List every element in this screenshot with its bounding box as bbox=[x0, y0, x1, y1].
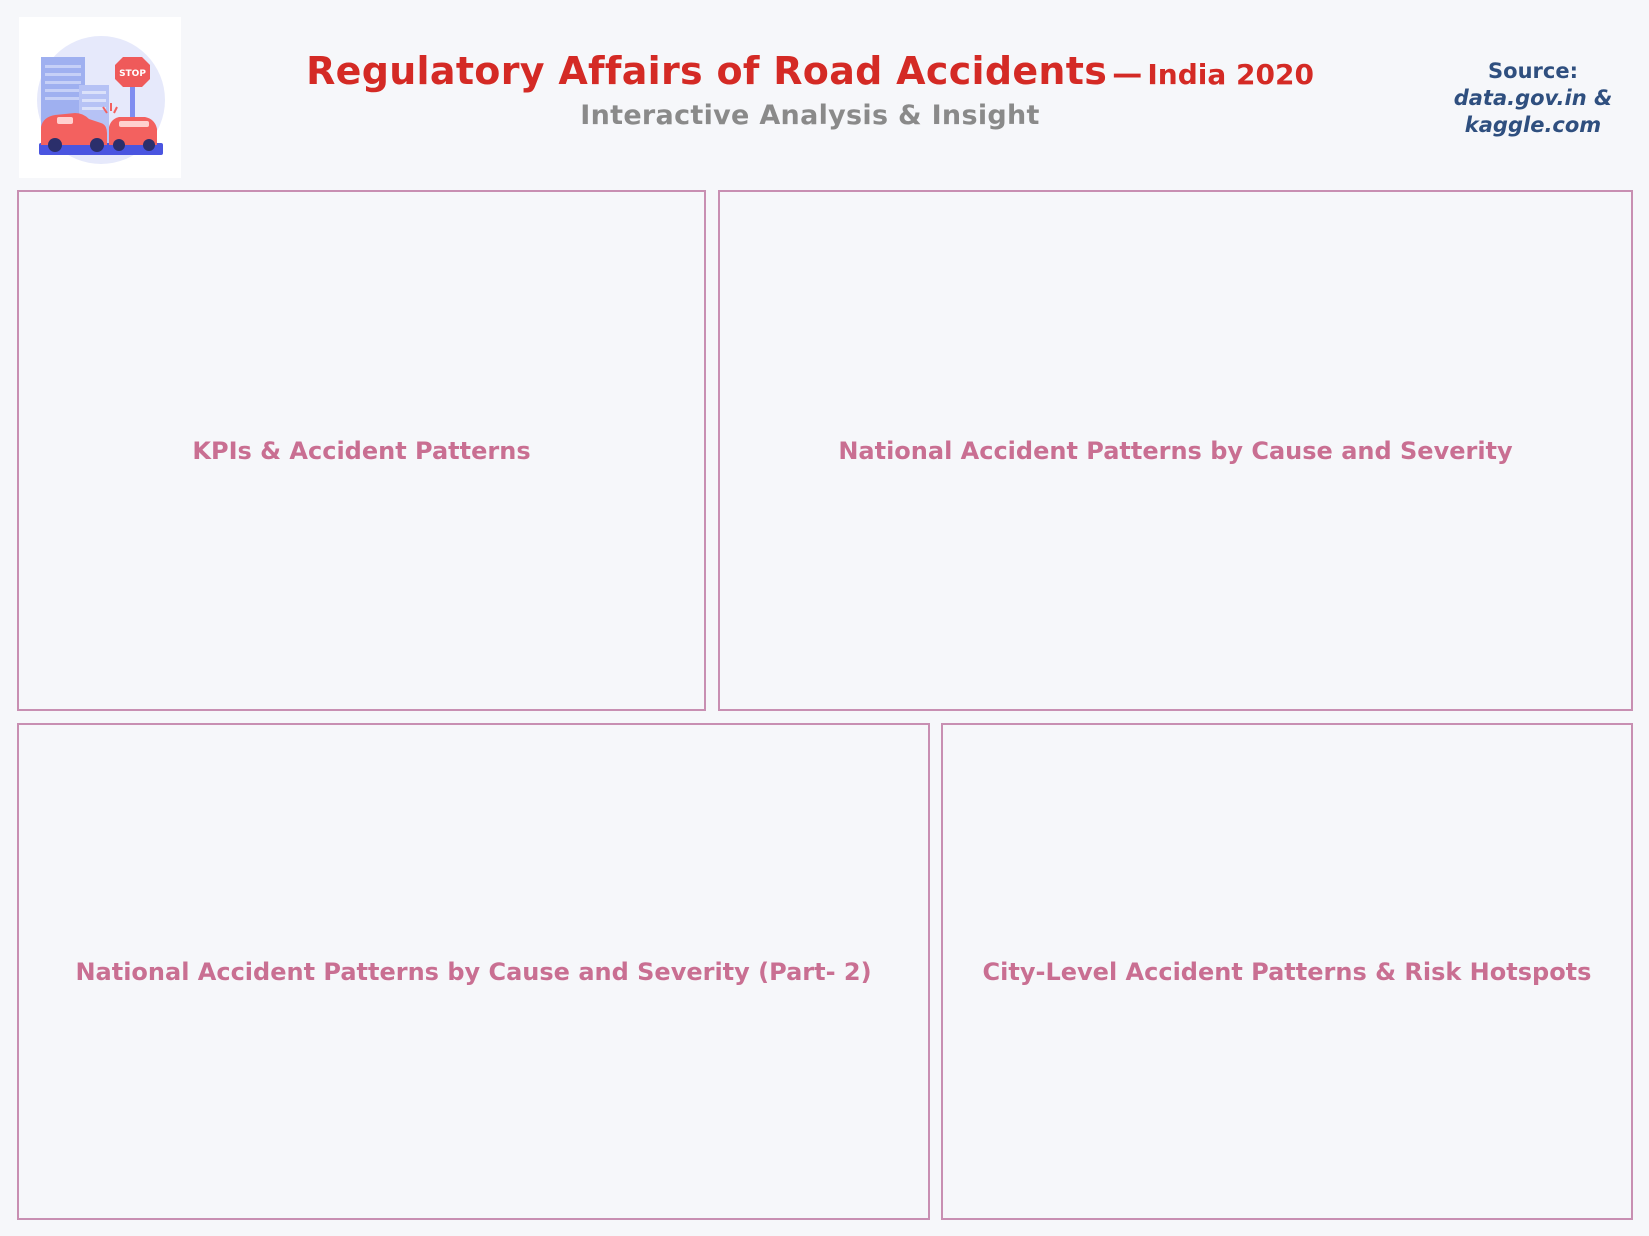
source-line-1: data.gov.in & bbox=[1453, 86, 1613, 110]
dashboard-title: Regulatory Affairs of Road Accidents — I… bbox=[260, 52, 1360, 90]
panel-title: KPIs & Accident Patterns bbox=[192, 436, 531, 465]
panel-title: National Accident Patterns by Cause and … bbox=[75, 957, 872, 986]
svg-text:STOP: STOP bbox=[119, 69, 146, 79]
title-suffix: India 2020 bbox=[1147, 58, 1314, 91]
panel-title: City-Level Accident Patterns & Risk Hots… bbox=[982, 957, 1592, 986]
panel-national-patterns-part-2[interactable]: National Accident Patterns by Cause and … bbox=[17, 723, 930, 1220]
title-main-text: Regulatory Affairs of Road Accidents bbox=[306, 49, 1108, 93]
source-label: Source: bbox=[1488, 59, 1578, 83]
panel-kpis[interactable]: KPIs & Accident Patterns bbox=[17, 190, 706, 711]
source-credit: Source: data.gov.in & kaggle.com bbox=[1424, 58, 1642, 139]
source-line-2: kaggle.com bbox=[1464, 113, 1602, 137]
panel-national-patterns[interactable]: National Accident Patterns by Cause and … bbox=[718, 190, 1633, 711]
title-dash: — bbox=[1112, 57, 1143, 92]
dashboard-logo: STOP bbox=[19, 17, 181, 178]
dashboard-subtitle: Interactive Analysis & Insight bbox=[580, 100, 1040, 131]
panel-title: National Accident Patterns by Cause and … bbox=[838, 436, 1513, 465]
panel-city-hotspots[interactable]: City-Level Accident Patterns & Risk Hots… bbox=[941, 723, 1633, 1220]
road-accident-illustration-icon: STOP bbox=[37, 36, 165, 164]
dashboard-header: Regulatory Affairs of Road Accidents — I… bbox=[260, 52, 1360, 131]
